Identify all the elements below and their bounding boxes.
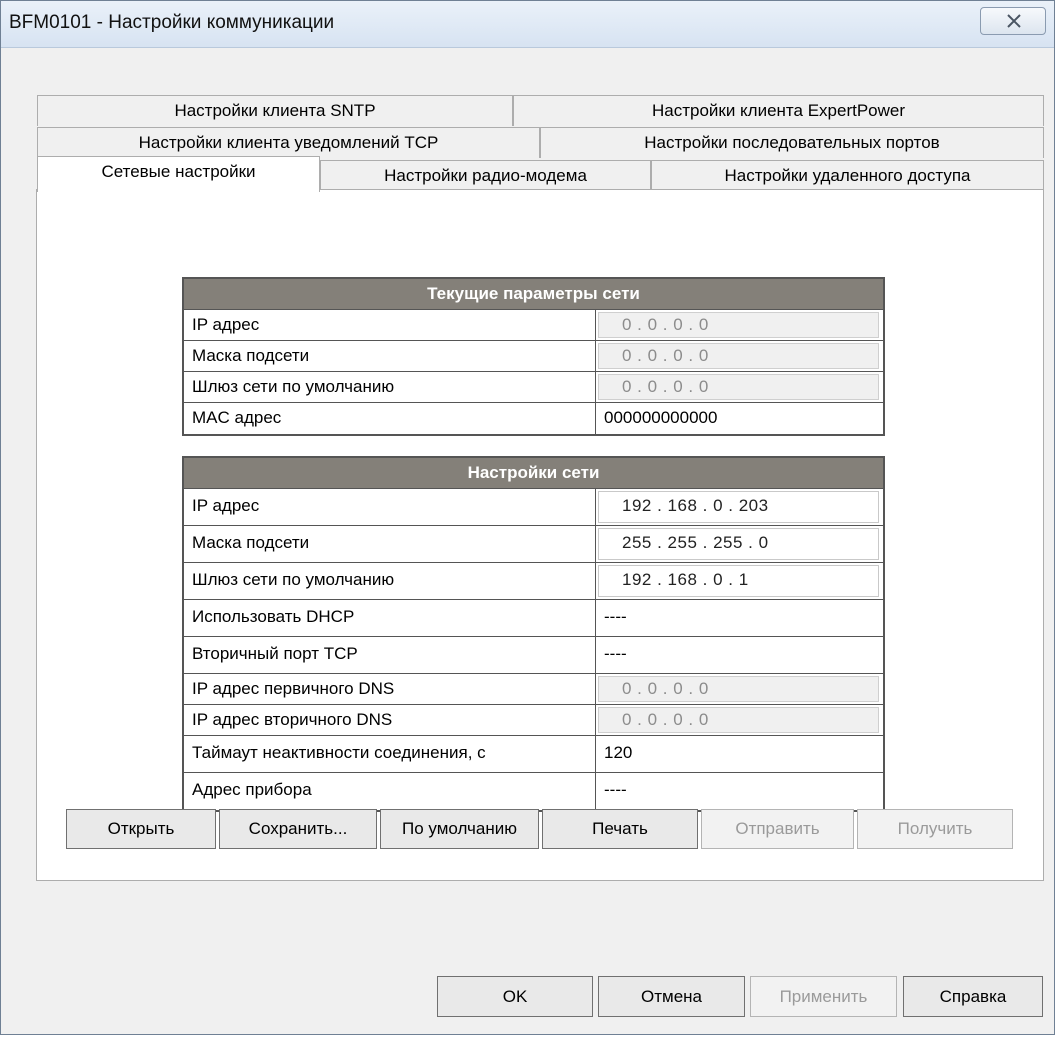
table-row[interactable]: Таймаут неактивности соединения, с 120 <box>184 736 883 773</box>
cancel-button[interactable]: Отмена <box>598 976 745 1017</box>
ip-address-field[interactable]: 192 . 168 . 0 . 203 <box>596 489 883 525</box>
network-settings-header: Настройки сети <box>184 458 883 489</box>
row-label: IP адрес <box>184 310 596 340</box>
table-row: IP адрес вторичного DNS 0 . 0 . 0 . 0 <box>184 705 883 736</box>
row-label: Маска подсети <box>184 341 596 371</box>
current-params-grid: Текущие параметры сети IP адрес 0 . 0 . … <box>182 277 885 436</box>
primary-dns-field: 0 . 0 . 0 . 0 <box>596 674 883 704</box>
close-button[interactable] <box>980 7 1046 35</box>
open-button[interactable]: Открыть <box>66 809 216 849</box>
network-settings-grid: Настройки сети IP адрес 192 . 168 . 0 . … <box>182 456 885 812</box>
table-row[interactable]: Шлюз сети по умолчанию 192 . 168 . 0 . 1 <box>184 563 883 600</box>
table-row: Шлюз сети по умолчанию 0 . 0 . 0 . 0 <box>184 372 883 403</box>
table-row: IP адрес 0 . 0 . 0 . 0 <box>184 310 883 341</box>
dialog-window: BFM0101 - Настройки коммуникации Настрой… <box>0 0 1055 1035</box>
table-row[interactable]: IP адрес 192 . 168 . 0 . 203 <box>184 489 883 526</box>
row-label: Использовать DHCP <box>184 600 596 636</box>
current-gateway-value: 0 . 0 . 0 . 0 <box>596 372 883 402</box>
row-label: IP адрес <box>184 489 596 525</box>
table-row: IP адрес первичного DNS 0 . 0 . 0 . 0 <box>184 674 883 705</box>
secondary-dns-field: 0 . 0 . 0 . 0 <box>596 705 883 735</box>
gateway-field[interactable]: 192 . 168 . 0 . 1 <box>596 563 883 599</box>
current-params-header: Текущие параметры сети <box>184 279 883 310</box>
tab-remote-access[interactable]: Настройки удаленного доступа <box>651 160 1044 191</box>
ok-button[interactable]: OK <box>437 976 593 1017</box>
table-row[interactable]: Маска подсети 255 . 255 . 255 . 0 <box>184 526 883 563</box>
row-label: IP адрес первичного DNS <box>184 674 596 704</box>
receive-button[interactable]: Получить <box>857 809 1013 849</box>
row-label: Таймаут неактивности соединения, с <box>184 736 596 772</box>
inactivity-timeout-field[interactable]: 120 <box>596 736 883 772</box>
row-label: Вторичный порт TCP <box>184 637 596 673</box>
row-label: Шлюз сети по умолчанию <box>184 563 596 599</box>
row-label: Маска подсети <box>184 526 596 562</box>
apply-button[interactable]: Применить <box>750 976 897 1017</box>
tab-serial-ports[interactable]: Настройки последовательных портов <box>540 127 1044 158</box>
current-subnet-mask-value: 0 . 0 . 0 . 0 <box>596 341 883 371</box>
tab-tcp-notification-client[interactable]: Настройки клиента уведомлений TCP <box>37 127 540 158</box>
print-button[interactable]: Печать <box>542 809 698 849</box>
save-button[interactable]: Сохранить... <box>219 809 377 849</box>
table-row: Маска подсети 0 . 0 . 0 . 0 <box>184 341 883 372</box>
row-label: MAC адрес <box>184 403 596 434</box>
row-label: IP адрес вторичного DNS <box>184 705 596 735</box>
tab-radio-modem[interactable]: Настройки радио-модема <box>320 160 651 191</box>
tab-network-settings[interactable]: Сетевые настройки <box>37 156 320 192</box>
subnet-mask-field[interactable]: 255 . 255 . 255 . 0 <box>596 526 883 562</box>
use-dhcp-field[interactable]: ---- <box>596 600 883 636</box>
window-title: BFM0101 - Настройки коммуникации <box>9 12 335 33</box>
device-address-field[interactable]: ---- <box>596 773 883 810</box>
table-row[interactable]: Адрес прибора ---- <box>184 773 883 810</box>
tab-sntp-client[interactable]: Настройки клиента SNTP <box>37 95 513 126</box>
current-ip-value: 0 . 0 . 0 . 0 <box>596 310 883 340</box>
row-label: Шлюз сети по умолчанию <box>184 372 596 402</box>
table-row[interactable]: Вторичный порт TCP ---- <box>184 637 883 674</box>
mac-address-value: 000000000000 <box>604 408 718 427</box>
defaults-button[interactable]: По умолчанию <box>380 809 539 849</box>
network-settings-panel: Текущие параметры сети IP адрес 0 . 0 . … <box>36 189 1044 881</box>
row-label: Адрес прибора <box>184 773 596 810</box>
table-row[interactable]: Использовать DHCP ---- <box>184 600 883 637</box>
close-icon <box>1007 14 1021 28</box>
tab-expertpower-client[interactable]: Настройки клиента ExpertPower <box>513 95 1044 126</box>
secondary-tcp-port-field[interactable]: ---- <box>596 637 883 673</box>
send-button[interactable]: Отправить <box>701 809 854 849</box>
table-row: MAC адрес 000000000000 <box>184 403 883 434</box>
title-bar: BFM0101 - Настройки коммуникации <box>1 1 1054 48</box>
help-button[interactable]: Справка <box>903 976 1043 1017</box>
